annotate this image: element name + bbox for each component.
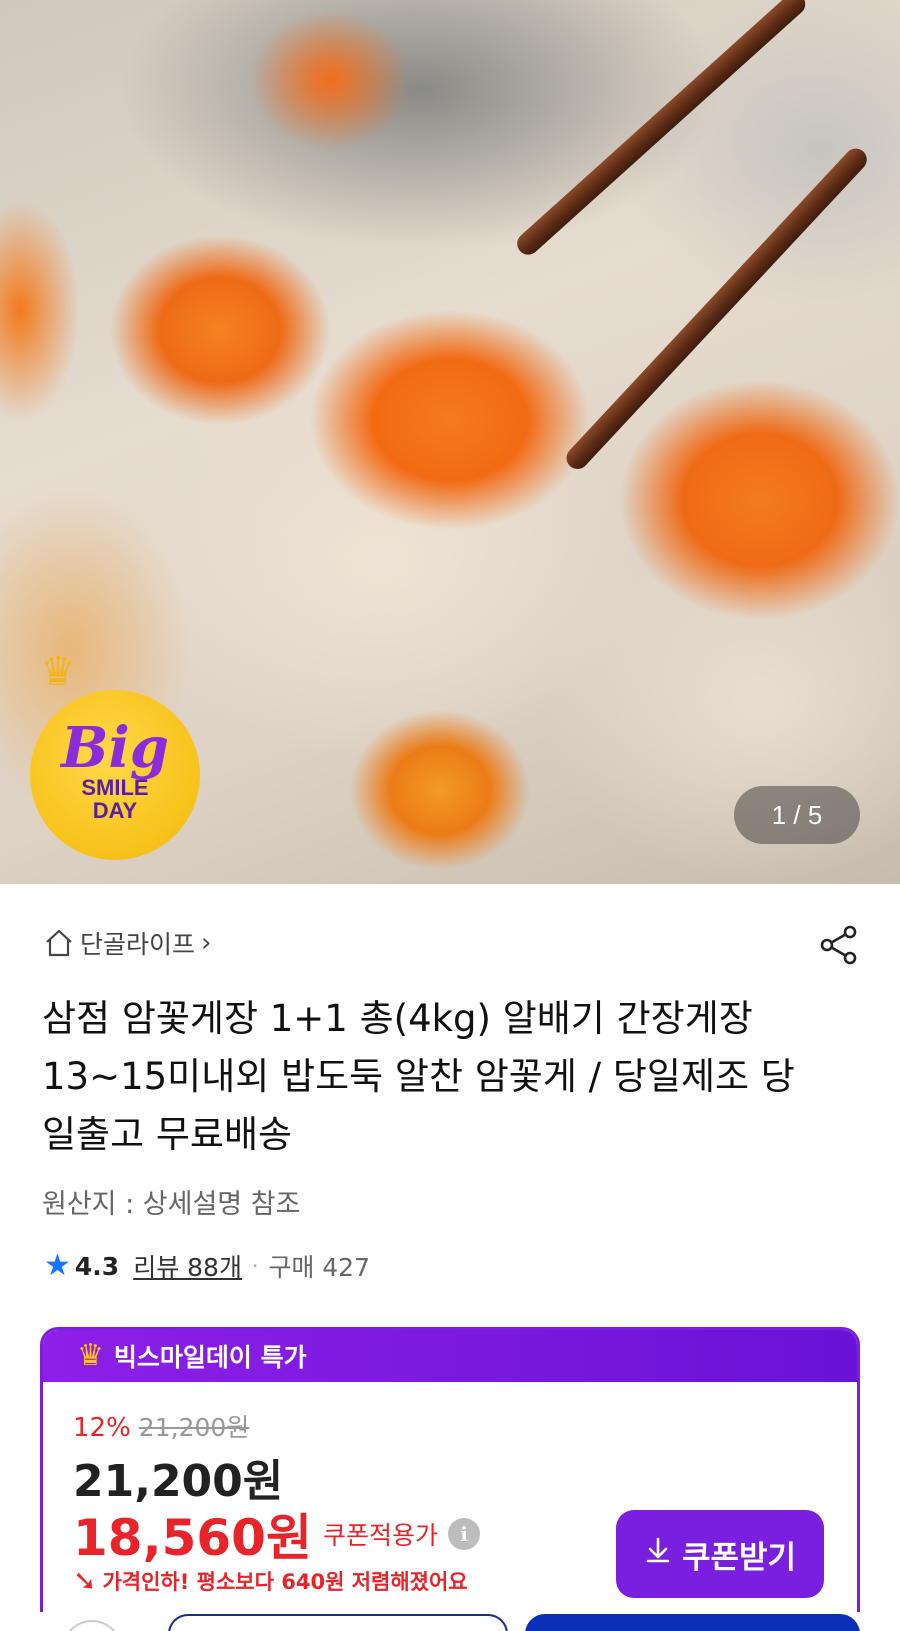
promo-badge-line2: DAY: [92, 798, 138, 823]
image-pager: 1 / 5: [734, 786, 860, 844]
get-coupon-label: 쿠폰받기: [681, 1539, 797, 1576]
deal-header: ♛ 빅스마일데이 특가: [43, 1330, 857, 1382]
original-price: 21,200원: [138, 1413, 250, 1442]
discount-row: 12% 21,200원: [73, 1408, 249, 1444]
coupon-label-row: 쿠폰적용가 i: [323, 1516, 481, 1552]
buy-button[interactable]: [525, 1614, 860, 1631]
purchase-count: 구매 427: [268, 1253, 370, 1282]
discount-rate: 12%: [73, 1413, 131, 1443]
product-origin: 원산지 : 상세설명 참조: [42, 1189, 301, 1220]
arrow-down-icon: ➘: [73, 1564, 97, 1597]
price-drop-notice: ➘ 가격인하! 평소보다 640원 저렴해졌어요: [73, 1566, 468, 1596]
download-icon: [644, 1536, 672, 1572]
chevron-right-icon: ›: [201, 928, 212, 958]
chopstick-decoration: [512, 0, 810, 260]
reviews-link[interactable]: 리뷰 88개: [133, 1248, 242, 1284]
separator-dot: ·: [251, 1254, 259, 1278]
crown-icon: ♛: [77, 1338, 104, 1373]
chopstick-decoration: [561, 144, 872, 474]
deal-header-label: 빅스마일데이 특가: [113, 1343, 307, 1372]
crown-icon: ♛: [40, 649, 76, 695]
info-icon[interactable]: i: [448, 1518, 481, 1550]
promo-badge-line1: SMILE: [81, 774, 149, 800]
store-name: 단골라이프: [80, 930, 196, 959]
rating-score: 4.3: [74, 1251, 120, 1281]
product-image[interactable]: ♛ Big SMILE DAY 1 / 5: [0, 0, 900, 884]
coupon-price: 18,560원: [73, 1509, 312, 1567]
home-icon: [44, 928, 74, 958]
share-icon[interactable]: [816, 922, 862, 968]
deal-box: ♛ 빅스마일데이 특가 12% 21,200원 21,200원 18,560원 …: [40, 1327, 860, 1631]
store-link[interactable]: 단골라이프 ›: [44, 925, 211, 961]
promo-badge-big: Big: [61, 714, 169, 781]
rating-row: ★ 4.3 리뷰 88개 · 구매 427: [44, 1248, 370, 1284]
cart-button[interactable]: [168, 1614, 508, 1631]
product-title: 삼점 암꽃게장 1+1 총(4kg) 알배기 간장게장 13~15미내외 밥도둑…: [42, 997, 795, 1156]
get-coupon-button[interactable]: 쿠폰받기: [616, 1510, 824, 1598]
price-drop-text: 가격인하! 평소보다 640원 저렴해졌어요: [102, 1570, 468, 1594]
promo-badge: Big SMILE DAY: [30, 690, 200, 860]
coupon-label: 쿠폰적용가: [323, 1521, 439, 1550]
star-icon: ★: [44, 1248, 71, 1283]
